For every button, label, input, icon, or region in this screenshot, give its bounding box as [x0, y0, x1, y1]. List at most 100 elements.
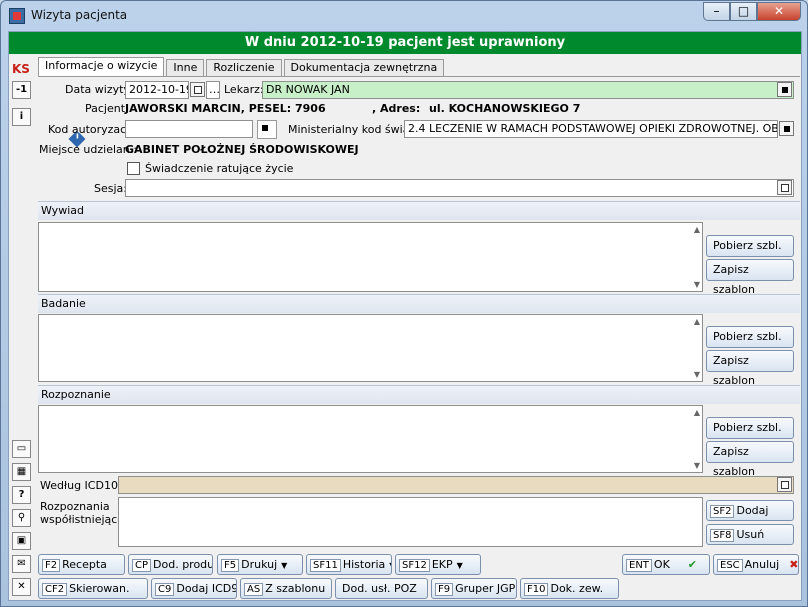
app-icon — [9, 8, 25, 24]
scroll-down-icon[interactable]: ▼ — [694, 280, 700, 289]
key-label: SF12 — [399, 559, 430, 572]
icd10-field[interactable] — [118, 476, 794, 494]
key-label: CF2 — [42, 583, 68, 596]
coexisting-remove-button[interactable]: SF8 Usuń — [706, 524, 794, 545]
rozpoznanie-fetch-button[interactable]: Pobierz szbl. — [706, 417, 794, 439]
date-dots-button[interactable]: … — [206, 81, 220, 99]
info-button[interactable]: i — [12, 108, 31, 126]
add-label: Dodaj — [736, 504, 769, 517]
badanie-fetch-button[interactable]: Pobierz szbl. — [706, 326, 794, 348]
doctor-field[interactable]: DR NOWAK JAN — [262, 81, 794, 99]
button-label: OK — [653, 558, 670, 571]
button-label: Skierowan. — [69, 582, 130, 595]
tab-external-docs[interactable]: Dokumentacja zewnętrzna — [283, 59, 445, 76]
tab-visit-info[interactable]: Informacje o wizycie — [38, 57, 165, 76]
auth-code-field[interactable] — [125, 120, 253, 138]
place-value: GABINET POŁOŻNEJ ŚRODOWISKOWEJ — [125, 143, 359, 156]
key-label: F2 — [42, 559, 61, 572]
button-label: Dod. produkt — [153, 558, 213, 571]
close-x-button[interactable]: ✕ — [12, 578, 31, 596]
button-label: Dodaj ICD9 — [176, 582, 237, 595]
cross-icon: ✖ — [789, 558, 799, 571]
search-icon[interactable]: ⚲ — [12, 509, 31, 527]
button-label: Historia — [342, 558, 386, 571]
check-icon: ✔ — [687, 558, 698, 571]
add-key: SF2 — [710, 505, 735, 518]
key-label: ESC — [717, 559, 743, 572]
jgp-grouper-button[interactable]: F9 Gruper JGP — [431, 578, 517, 599]
print-button[interactable]: F5 Drukuj ▼ — [217, 554, 303, 575]
add-product-button[interactable]: CPDod. produkt — [128, 554, 213, 575]
title-bar[interactable]: Wizyta pacjenta – □ ✕ — [1, 1, 807, 31]
patient-label: Pacjent: — [85, 102, 129, 115]
minimize-button[interactable]: – — [703, 2, 730, 21]
ks-logo-icon[interactable]: KS — [12, 62, 30, 76]
image-icon[interactable]: ▣ — [12, 532, 31, 550]
add-poz-service-button[interactable]: Dod. usł. POZ — [335, 578, 428, 599]
button-label: Dok. zew. — [550, 582, 604, 595]
doctor-label: Lekarz: — [224, 83, 264, 96]
badanie-save-button[interactable]: Zapisz szablon — [706, 350, 794, 387]
key-label: C9 — [155, 583, 175, 596]
rescue-label: Świadczenie ratujące życie — [145, 162, 294, 175]
date-field[interactable]: 2012-10-19 — [125, 81, 189, 99]
wywiad-fetch-button[interactable]: Pobierz szbl. — [706, 235, 794, 257]
ministry-code-field[interactable]: 2.4 LECZENIE W RAMACH PODSTAWOWEJ OPIEKI… — [404, 120, 778, 138]
main-window: Wizyta pacjenta – □ ✕ W dniu 2012-10-19 … — [0, 0, 808, 607]
tab-billing[interactable]: Rozliczenie — [206, 59, 282, 76]
remove-key: SF8 — [710, 529, 735, 542]
history-button[interactable]: SF11Historia▼ — [306, 554, 392, 575]
icd10-button[interactable] — [777, 477, 792, 492]
wywiad-textarea[interactable]: ▲ ▼ — [38, 222, 703, 292]
date-label: Data wizyty: — [65, 83, 133, 96]
coexisting-list[interactable] — [118, 497, 703, 547]
scroll-up-icon[interactable]: ▲ — [694, 408, 700, 417]
dropdown-arrow-icon: ▼ — [456, 561, 463, 570]
wywiad-save-button[interactable]: Zapisz szablon — [706, 259, 794, 296]
ok-button[interactable]: ENT OK ✔ — [622, 554, 710, 575]
button-label: Recepta — [62, 558, 107, 571]
patient-value: JAWORSKI MARCIN, PESEL: 7906 — [125, 102, 326, 115]
coexisting-add-button[interactable]: SF2 Dodaj — [706, 500, 794, 521]
dropdown-arrow-icon: ▼ — [389, 561, 391, 570]
maximize-button[interactable]: □ — [730, 2, 757, 21]
coexisting-label: Rozpoznania współistniejące: — [40, 500, 128, 526]
from-template-button[interactable]: AS Z szablonu — [240, 578, 332, 599]
session-field[interactable] — [125, 179, 794, 197]
wywiad-title: Wywiad — [38, 201, 800, 220]
place-label: Miejsce udzielan.: — [39, 143, 137, 156]
key-label: CP — [132, 559, 152, 572]
rozpoznanie-save-button[interactable]: Zapisz szablon — [706, 441, 794, 478]
scroll-up-icon[interactable]: ▲ — [694, 317, 700, 326]
key-label: ENT — [626, 559, 652, 572]
rescue-checkbox[interactable] — [127, 162, 140, 175]
badanie-textarea[interactable]: ▲ ▼ — [38, 314, 703, 382]
calculator-icon[interactable]: ▦ — [12, 463, 31, 481]
external-doc-button[interactable]: F10 Dok. zew. — [520, 578, 619, 599]
tab-other[interactable]: Inne — [166, 59, 205, 76]
auth-arrow-button[interactable] — [257, 120, 277, 139]
add-icd9-button[interactable]: C9 Dodaj ICD9 — [151, 578, 237, 599]
cancel-button[interactable]: ESC Anuluj ✖ — [713, 554, 799, 575]
mail-icon[interactable]: ✉ — [12, 555, 31, 573]
ekp-button[interactable]: SF12 EKP ▼ — [395, 554, 481, 575]
dropdown-arrow-icon: ▼ — [281, 561, 288, 570]
button-label: Drukuj — [241, 558, 278, 571]
help-button[interactable]: ? — [12, 486, 31, 504]
scroll-down-icon[interactable]: ▼ — [694, 461, 700, 470]
address-value: ul. KOCHANOWSKIEGO 7 — [429, 102, 581, 115]
session-button[interactable] — [777, 180, 792, 195]
ministry-code-button[interactable] — [779, 121, 794, 136]
prescription-button[interactable]: F2 Recepta — [38, 554, 125, 575]
scroll-up-icon[interactable]: ▲ — [694, 225, 700, 234]
rozpoznanie-textarea[interactable]: ▲ ▼ — [38, 405, 703, 473]
close-button[interactable]: ✕ — [757, 2, 801, 21]
doctor-select-button[interactable] — [777, 82, 792, 97]
scroll-down-icon[interactable]: ▼ — [694, 370, 700, 379]
minus-one-button[interactable]: -1 — [12, 81, 31, 99]
calendar-button[interactable] — [190, 82, 205, 97]
referral-button[interactable]: CF2 Skierowan. — [38, 578, 148, 599]
eligibility-banner: W dniu 2012-10-19 pacjent jest uprawnion… — [9, 32, 801, 54]
button-label: Gruper JGP — [455, 582, 516, 595]
monitor-icon[interactable]: ▭ — [12, 440, 31, 458]
